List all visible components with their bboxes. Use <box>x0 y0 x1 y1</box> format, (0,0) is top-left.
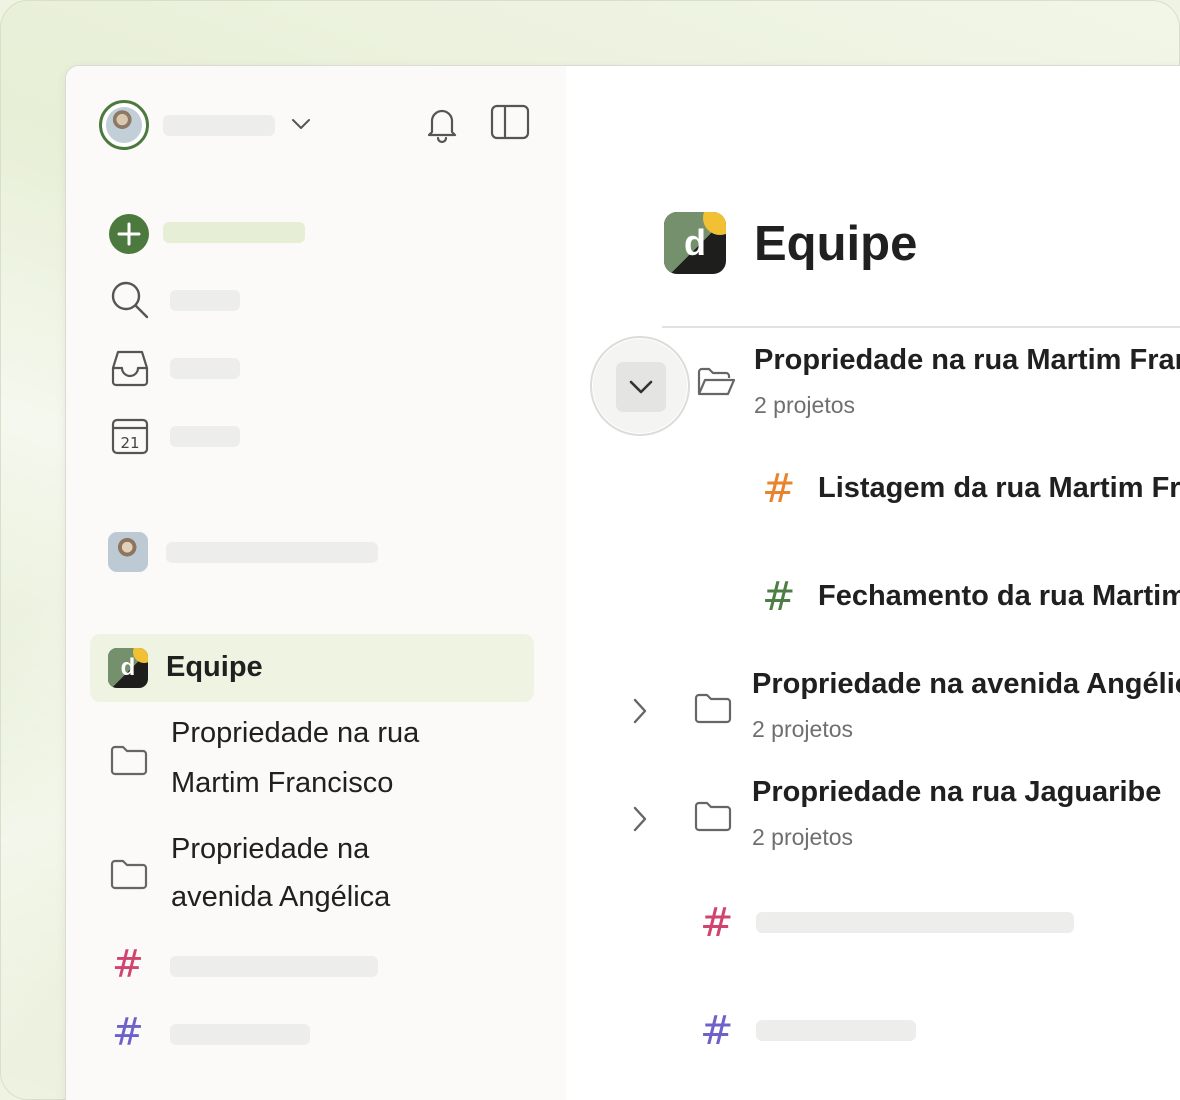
project-placeholder[interactable] <box>170 956 378 977</box>
folder-open-icon <box>696 366 736 398</box>
collapse-button[interactable] <box>616 362 666 412</box>
folder-icon <box>694 692 732 724</box>
chevron-right-icon[interactable] <box>628 804 652 834</box>
collapse-button-highlight[interactable] <box>590 336 690 436</box>
project-placeholder[interactable] <box>756 912 1074 933</box>
add-task-placeholder[interactable] <box>163 222 305 243</box>
team-logo: d <box>108 648 148 688</box>
hash-icon: # <box>112 942 144 986</box>
folder-subtitle: 2 projetos <box>754 392 856 418</box>
hash-icon: # <box>700 900 734 946</box>
folder-title[interactable]: Propriedade na avenida Angélica <box>752 668 1180 701</box>
workspace-placeholder[interactable] <box>166 542 378 563</box>
main-content: d Equipe Propriedade na rua Martim Franc… <box>566 66 1180 1100</box>
hash-icon: # <box>762 574 796 620</box>
project-placeholder[interactable] <box>756 1020 916 1041</box>
folder-title[interactable]: Propriedade na rua Jaguaribe <box>752 776 1161 809</box>
sidebar-folder-line1[interactable]: Propriedade na <box>171 825 369 874</box>
avatar-image <box>106 107 142 143</box>
chevron-down-icon[interactable] <box>290 116 312 132</box>
sidebar-item-label: Equipe <box>166 651 263 683</box>
sidebar-folder-line2[interactable]: avenida Angélica <box>171 873 390 922</box>
inbox-placeholder[interactable] <box>170 358 240 379</box>
user-avatar[interactable] <box>99 100 149 150</box>
folder-subtitle: 2 projetos <box>752 824 854 850</box>
calendar-day: 21 <box>120 434 139 452</box>
page-title: Equipe <box>754 217 918 271</box>
sidebar: 21 d Equipe Propriedade na rua Martim Fr… <box>66 66 566 1100</box>
project-title[interactable]: Fechamento da rua Martim Francisco <box>818 580 1180 613</box>
folder-subtitle: 2 projetos <box>752 716 854 742</box>
sidebar-folder-line1[interactable]: Propriedade na rua <box>171 709 419 758</box>
project-title[interactable]: Listagem da rua Martim Francisco <box>818 472 1180 505</box>
project-placeholder[interactable] <box>170 1024 310 1045</box>
folder-icon <box>694 800 732 832</box>
search-icon[interactable] <box>110 280 150 320</box>
username-placeholder <box>163 115 275 136</box>
divider <box>662 326 1180 328</box>
chevron-right-icon[interactable] <box>628 696 652 726</box>
hash-icon: # <box>112 1010 144 1054</box>
hash-icon: # <box>700 1008 734 1054</box>
chevron-down-icon <box>629 380 653 394</box>
app-window: 21 d Equipe Propriedade na rua Martim Fr… <box>65 65 1180 1100</box>
plus-circle-icon[interactable] <box>108 213 150 255</box>
search-placeholder[interactable] <box>170 290 240 311</box>
sidebar-item-equipe[interactable] <box>90 634 534 702</box>
folder-icon <box>110 858 148 890</box>
hash-icon: # <box>762 466 796 512</box>
today-placeholder[interactable] <box>170 426 240 447</box>
inbox-icon[interactable] <box>110 348 150 388</box>
folder-title[interactable]: Propriedade na rua Martim Francisco <box>754 344 1180 377</box>
calendar-icon[interactable]: 21 <box>110 416 150 456</box>
bell-icon[interactable] <box>424 104 460 144</box>
team-logo: d <box>664 212 726 274</box>
folder-icon <box>110 744 148 776</box>
workspace-avatar <box>108 532 148 572</box>
sidebar-folder-line2[interactable]: Martim Francisco <box>171 759 393 808</box>
sidebar-toggle-icon[interactable] <box>490 104 530 140</box>
